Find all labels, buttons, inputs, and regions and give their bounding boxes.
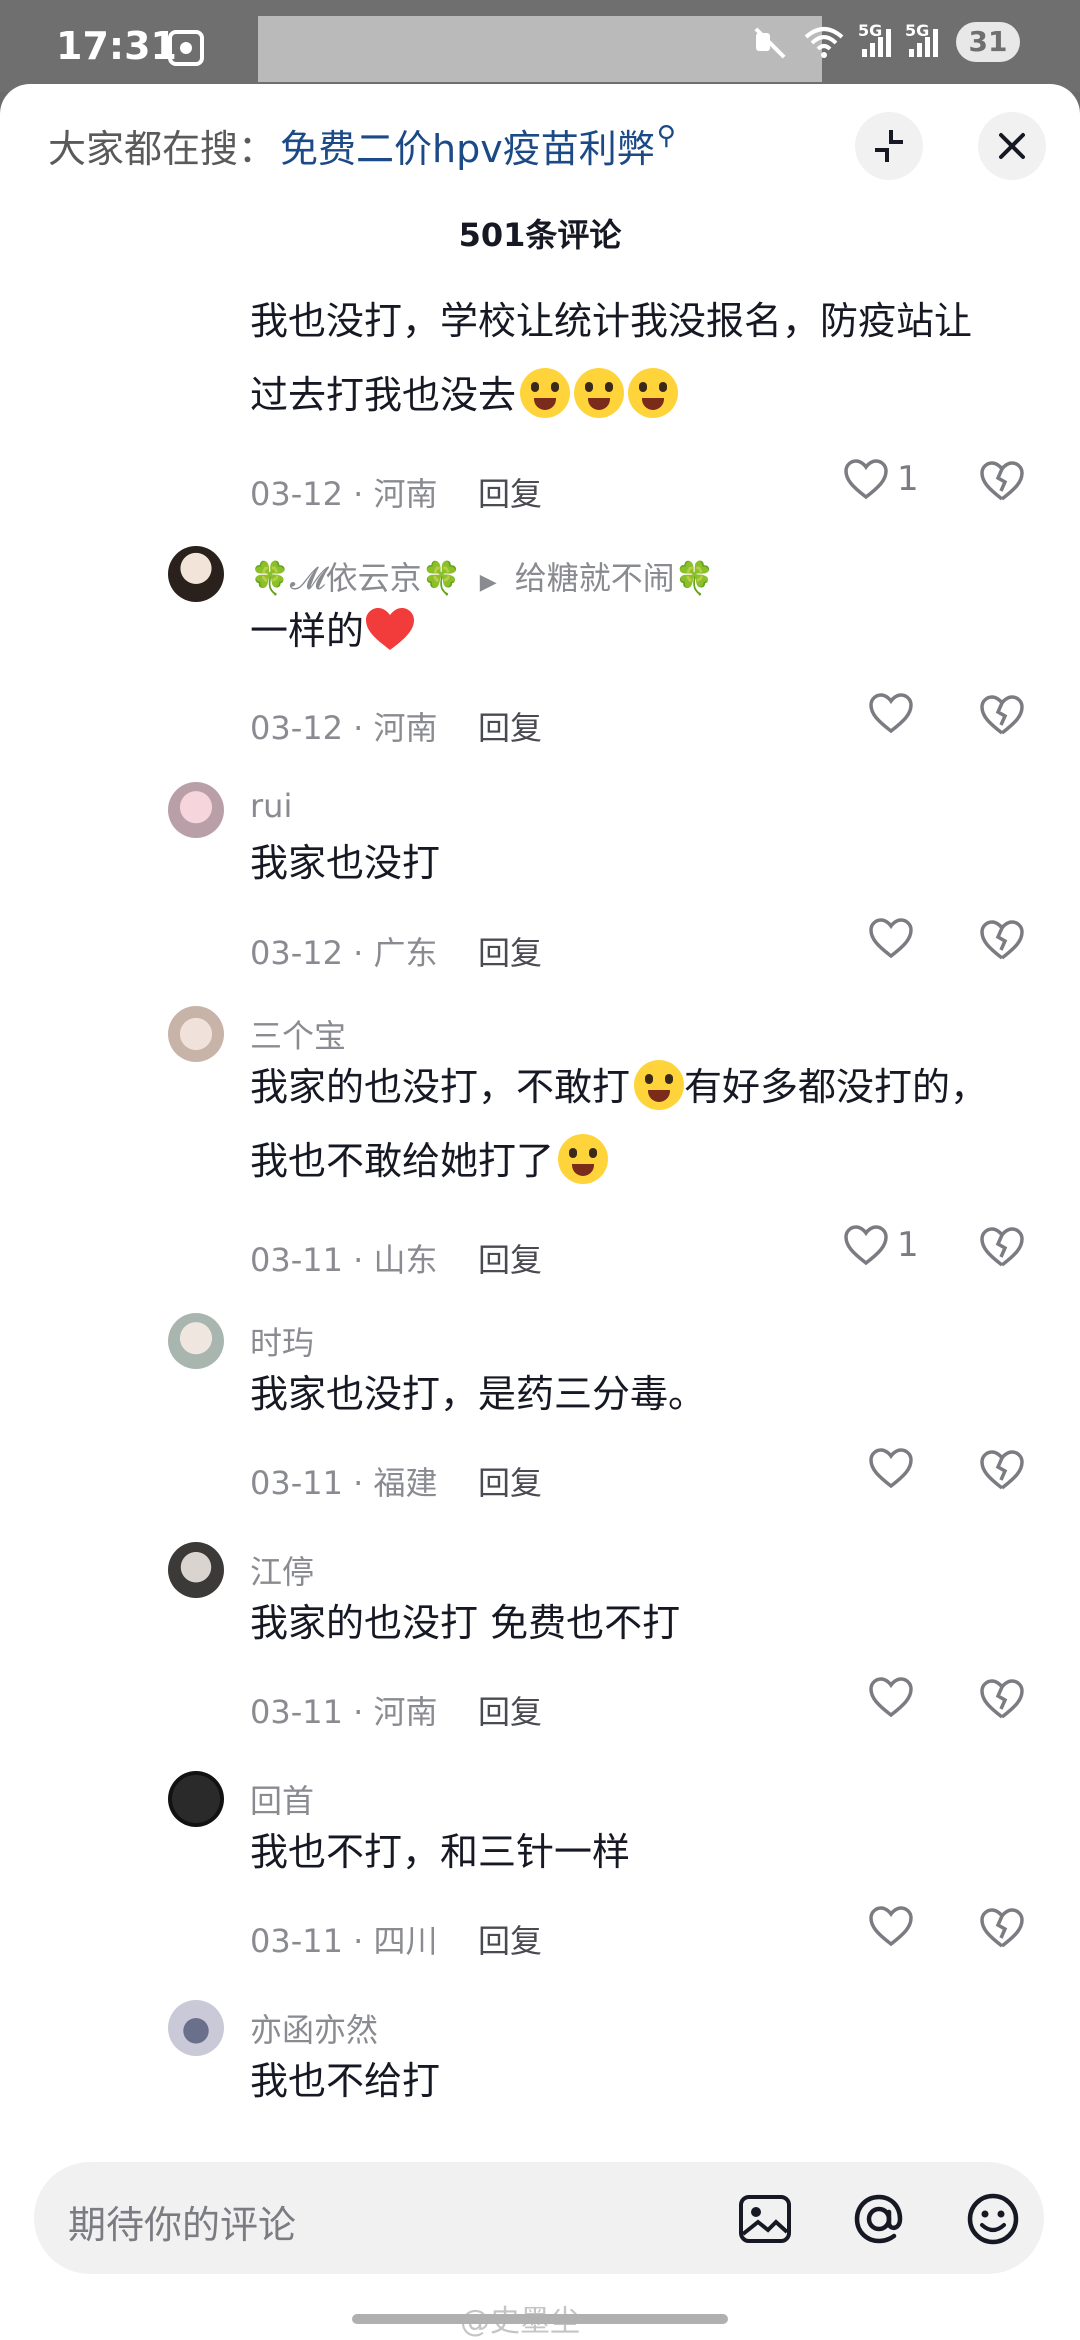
reply-button[interactable]: 回复 <box>478 469 542 515</box>
avatar[interactable] <box>168 1006 224 1062</box>
comment-text-line2-content: 我也不敢给她打了 <box>250 1139 555 1183</box>
reply-button[interactable]: 回复 <box>478 928 542 974</box>
like-count: 1 <box>897 459 919 499</box>
laughing-crying-emoji-icon <box>558 1134 609 1184</box>
broken-heart-icon[interactable] <box>979 1678 1025 1720</box>
comment-username[interactable]: rui <box>250 787 292 825</box>
heart-icon <box>869 1677 913 1718</box>
collapse-icon <box>875 130 903 162</box>
broken-heart-icon[interactable] <box>979 1449 1025 1491</box>
wifi-icon <box>804 27 844 58</box>
comment-meta: 03-12 · 广东 <box>250 934 438 972</box>
comment-text-line2: 过去打我也没去 <box>250 358 679 432</box>
like-button[interactable] <box>868 1447 914 1489</box>
like-button[interactable] <box>868 1676 914 1718</box>
search-term-link[interactable]: 免费二价hpv疫苗利弊 <box>280 118 655 173</box>
search-label: 大家都在搜： <box>48 127 277 171</box>
collapse-button[interactable] <box>855 112 923 180</box>
network-label-1: 5G <box>858 21 883 40</box>
broken-heart-icon[interactable] <box>979 1226 1025 1268</box>
comment-text: 我家也没打 <box>250 841 441 885</box>
comment-count-title: 501条评论 <box>458 216 622 254</box>
avatar[interactable] <box>168 2000 224 2056</box>
heart-icon <box>869 693 913 734</box>
comment-input[interactable]: 期待你的评论 <box>68 2194 296 2249</box>
comment-text: 一样的 <box>250 594 416 668</box>
reply-button[interactable]: 回复 <box>478 1687 542 1733</box>
like-button[interactable] <box>868 692 914 734</box>
comment-text-line2: 我也不敢给她打了 <box>250 1124 609 1198</box>
heart-icon <box>869 1906 913 1947</box>
mute-icon <box>752 25 786 59</box>
blurred-area <box>258 16 822 82</box>
comment-text-line2-content: 过去打我也没去 <box>250 373 517 417</box>
comment-meta: 03-11 · 河南 <box>250 1693 438 1731</box>
comment-text: 我也不给打 <box>250 2059 441 2103</box>
home-indicator[interactable] <box>352 2314 728 2324</box>
status-time: 17:31 <box>56 24 177 68</box>
search-icon: ⚲ <box>656 120 676 151</box>
comment-text: 我家的也没打 免费也不打 <box>250 1601 681 1645</box>
reply-button[interactable]: 回复 <box>478 703 542 749</box>
avatar[interactable] <box>168 1542 224 1598</box>
laughing-crying-emoji-icon <box>634 1060 685 1110</box>
search-suggestion[interactable]: 大家都在搜： 免费二价hpv疫苗利弊 ⚲ <box>48 118 676 173</box>
avatar[interactable] <box>168 1313 224 1369</box>
signal-1: 5G <box>858 21 891 57</box>
broken-heart-icon[interactable] <box>979 1907 1025 1949</box>
like-button[interactable] <box>868 917 914 959</box>
comment-text-content: 一样的 <box>250 609 365 653</box>
broken-heart-icon[interactable] <box>979 919 1025 961</box>
broken-heart-icon[interactable] <box>979 694 1025 736</box>
status-bar: 17:31 5G 5G 31 <box>0 0 1080 92</box>
heart-icon <box>869 918 913 959</box>
comment-meta: 03-12 · 河南 <box>250 475 438 513</box>
comment-text: 我也不打，和三针一样 <box>250 1830 631 1874</box>
comment-text-content-b: 有好多都没打的， <box>684 1065 989 1109</box>
comment-text: 我家也没打，是药三分毒。 <box>250 1372 707 1416</box>
broken-heart-icon[interactable] <box>979 460 1025 502</box>
heart-icon <box>844 459 888 500</box>
comment-meta: 03-12 · 河南 <box>250 709 438 747</box>
crying-emoji-icon <box>628 368 679 418</box>
emoji-icon[interactable] <box>964 2190 1022 2248</box>
avatar[interactable] <box>168 1771 224 1827</box>
comment-meta: 03-11 · 山东 <box>250 1241 438 1279</box>
comment-username[interactable]: 🍀𝓜依云京🍀 ▶ 给糖就不闹🍀 <box>250 553 715 599</box>
battery-indicator: 31 <box>956 22 1020 62</box>
comment-meta: 03-11 · 四川 <box>250 1922 438 1960</box>
reply-button[interactable]: 回复 <box>478 1458 542 1504</box>
comment-sheet: 大家都在搜： 免费二价hpv疫苗利弊 ⚲ 501条评论 我也没打，学校让统计我没… <box>0 84 1080 2340</box>
comment-text: 我家的也没打，不敢打 有好多都没打的， <box>250 1050 988 1124</box>
close-icon <box>999 133 1025 159</box>
screen-record-icon <box>168 30 204 66</box>
image-icon[interactable] <box>736 2190 794 2248</box>
comment-input-bar[interactable]: 期待你的评论 <box>34 2162 1044 2274</box>
heart-icon <box>844 1225 888 1266</box>
at-icon[interactable] <box>850 2190 908 2248</box>
like-button[interactable]: 1 <box>843 458 919 500</box>
comment-text-content: 我家的也没打，不敢打 <box>250 1065 631 1109</box>
comment-meta: 03-11 · 福建 <box>250 1464 438 1502</box>
reply-to-name: 给糖就不闹🍀 <box>514 559 715 597</box>
crying-emoji-icon <box>520 368 571 418</box>
username-text: 🍀𝓜依云京🍀 <box>250 559 462 597</box>
signal-2: 5G <box>905 21 938 57</box>
status-icons: 5G 5G 31 <box>752 21 1020 62</box>
close-button[interactable] <box>978 112 1046 180</box>
reply-button[interactable]: 回复 <box>478 1235 542 1281</box>
crying-emoji-icon <box>574 368 625 418</box>
red-heart-emoji-icon <box>366 608 415 650</box>
comment-text: 我也没打，学校让统计我没报名，防疫站让 <box>250 299 973 343</box>
avatar[interactable] <box>168 782 224 838</box>
reply-button[interactable]: 回复 <box>478 1916 542 1962</box>
like-button[interactable] <box>868 1905 914 1947</box>
like-button[interactable]: 1 <box>843 1224 919 1266</box>
reply-arrow-icon: ▶ <box>479 570 497 595</box>
heart-icon <box>869 1448 913 1489</box>
avatar[interactable] <box>168 546 224 602</box>
network-label-2: 5G <box>905 21 930 40</box>
like-count: 1 <box>897 1225 919 1265</box>
